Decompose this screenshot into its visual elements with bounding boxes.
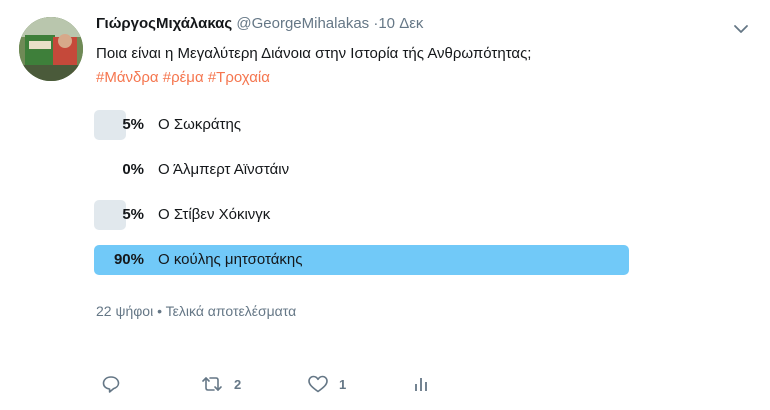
reply-button[interactable]: [101, 372, 121, 396]
like-icon: [307, 374, 329, 394]
retweet-count: 2: [234, 376, 242, 392]
tweet-text: Ποια είναι η Μεγαλύτερη Διάνοια στην Ιστ…: [96, 45, 532, 62]
poll-option: 5% Ο Στίβεν Χόκινγκ: [94, 200, 688, 230]
author-handle[interactable]: @GeorgeMihalakas: [236, 15, 369, 32]
hashtag-link[interactable]: #Μάνδρα: [96, 69, 159, 86]
poll-option-label: Ο Άλμπερτ Αϊνστάιν: [158, 161, 290, 178]
hashtag-link[interactable]: #ρέμα: [163, 69, 204, 86]
poll-option: 0% Ο Άλμπερτ Αϊνστάιν: [94, 155, 688, 185]
poll-percent: 90%: [113, 251, 144, 268]
analytics-icon: [412, 374, 430, 394]
retweet-icon: [200, 374, 224, 394]
hashtags: #Μάνδρα #ρέμα #Τροχαία: [96, 69, 270, 86]
hashtag-link[interactable]: #Τροχαία: [208, 69, 270, 86]
analytics-button[interactable]: [412, 372, 430, 396]
poll-option: 90% Ο κούλης μητσοτάκης: [94, 245, 688, 275]
poll-option-label: Ο Σωκράτης: [158, 116, 242, 133]
retweet-button[interactable]: 2: [200, 372, 241, 396]
poll-percent: 0%: [122, 161, 144, 178]
avatar[interactable]: [19, 17, 83, 81]
author-name[interactable]: ΓιώργοςΜιχάλακας: [96, 15, 232, 32]
tweet-header: ΓιώργοςΜιχάλακας @GeorgeMihalakas ·10 Δε…: [96, 15, 423, 32]
poll-option-label: Ο Στίβεν Χόκινγκ: [158, 206, 271, 223]
tweet-timestamp[interactable]: ·10 Δεκ: [373, 15, 423, 32]
like-button[interactable]: 1: [307, 372, 346, 396]
tweet-actions: 2 1: [0, 372, 770, 398]
like-count: 1: [339, 376, 347, 392]
poll-meta: 22 ψήφοι • Τελικά αποτελέσματα: [96, 303, 297, 319]
poll-option: 5% Ο Σωκράτης: [94, 110, 688, 140]
reply-icon: [101, 374, 121, 394]
poll-percent: 5%: [122, 206, 144, 223]
poll-option-label: Ο κούλης μητσοτάκης: [158, 251, 303, 268]
poll-percent: 5%: [122, 116, 144, 133]
chevron-down-icon[interactable]: [731, 22, 751, 36]
